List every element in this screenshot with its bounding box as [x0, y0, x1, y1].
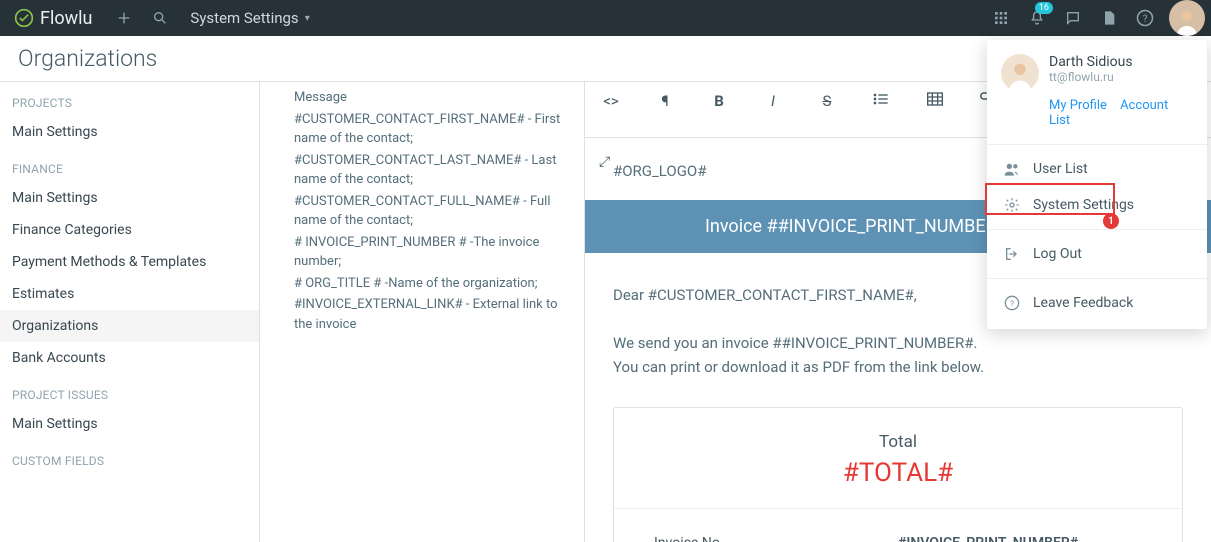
breadcrumb[interactable]: System Settings ▾	[178, 9, 321, 27]
variables-panel: Message #CUSTOMER_CONTACT_FIRST_NAME# - …	[260, 82, 585, 542]
table-icon	[927, 92, 943, 106]
profile-avatar	[1001, 54, 1039, 92]
svg-text:?: ?	[1143, 14, 1148, 25]
apps-button[interactable]	[983, 0, 1019, 36]
invoice-summary-card: Total #TOTAL# Invoice No #INVOICE_PRINT_…	[613, 407, 1183, 542]
logo[interactable]: Flowlu	[0, 8, 106, 29]
sidebar-section-finance: FINANCE	[0, 148, 259, 182]
sidebar-section-projects: PROJECTS	[0, 82, 259, 116]
profile-section: Darth Sidious tt@flowlu.ru My Profile Ac…	[987, 40, 1207, 138]
top-bar: Flowlu System Settings ▾ 16 ?	[0, 0, 1211, 36]
feedback-icon: ?	[1003, 295, 1021, 311]
user-avatar[interactable]	[1169, 0, 1205, 36]
invoice-no-label: Invoice No	[654, 535, 898, 542]
breadcrumb-label: System Settings	[190, 9, 298, 27]
var-line: Message	[294, 88, 566, 108]
search-button[interactable]	[142, 0, 178, 36]
preview-body2: You can print or download it as PDF from…	[613, 355, 1183, 379]
chat-icon	[1065, 10, 1081, 26]
person-icon	[1172, 6, 1202, 36]
chevron-down-icon: ▾	[305, 13, 310, 24]
help-icon: ?	[1136, 9, 1154, 27]
plus-icon	[116, 10, 132, 26]
tool-table[interactable]	[923, 92, 947, 110]
sidebar-section-issues: PROJECT ISSUES	[0, 374, 259, 408]
sidebar-item-issues-main[interactable]: Main Settings	[0, 408, 259, 440]
menu-separator	[987, 144, 1207, 145]
var-line: #CUSTOMER_CONTACT_LAST_NAME# - Last name…	[294, 151, 566, 190]
svg-text:?: ?	[1010, 299, 1014, 309]
invoice-no-value: #INVOICE_PRINT_NUMBER#	[898, 535, 1142, 542]
menu-system-settings[interactable]: System Settings 1	[987, 187, 1207, 223]
list-icon	[873, 92, 889, 106]
sidebar-item-finance-categories[interactable]: Finance Categories	[0, 214, 259, 246]
person-icon	[1003, 58, 1037, 92]
help-button[interactable]: ?	[1127, 0, 1163, 36]
total-value: #TOTAL#	[614, 458, 1182, 488]
notification-badge: 16	[1035, 2, 1053, 14]
menu-leave-feedback-label: Leave Feedback	[1033, 295, 1133, 311]
logout-icon	[1003, 246, 1021, 262]
gear-icon	[1003, 197, 1021, 213]
profile-email: tt@flowlu.ru	[1049, 70, 1133, 84]
sidebar-item-estimates[interactable]: Estimates	[0, 278, 259, 310]
sidebar-item-finance-main[interactable]: Main Settings	[0, 182, 259, 214]
menu-log-out[interactable]: Log Out	[987, 236, 1207, 272]
total-label: Total	[614, 432, 1182, 452]
var-line: #INVOICE_EXTERNAL_LINK# - External link …	[294, 295, 566, 334]
menu-user-list-label: User List	[1033, 161, 1088, 177]
check-circle-icon	[14, 8, 34, 28]
sidebar-item-projects-main[interactable]: Main Settings	[0, 116, 259, 148]
search-icon	[152, 10, 168, 26]
sidebar: PROJECTS Main Settings FINANCE Main Sett…	[0, 82, 260, 542]
brand-text: Flowlu	[40, 8, 92, 29]
notifications-button[interactable]: 16	[1019, 0, 1055, 36]
tool-paragraph[interactable]: ¶	[653, 92, 677, 110]
users-icon	[1003, 162, 1021, 176]
tool-strike[interactable]: S	[815, 92, 839, 110]
menu-separator	[987, 278, 1207, 279]
document-icon	[1101, 10, 1117, 26]
sidebar-item-organizations[interactable]: Organizations	[0, 310, 259, 342]
menu-system-settings-label: System Settings	[1033, 197, 1134, 213]
menu-user-list[interactable]: User List	[987, 151, 1207, 187]
var-line: #CUSTOMER_CONTACT_FULL_NAME# - Full name…	[294, 192, 566, 231]
tool-list[interactable]	[869, 92, 893, 110]
highlight-badge-1: 1	[1103, 213, 1119, 229]
documents-button[interactable]	[1091, 0, 1127, 36]
var-line: # INVOICE_PRINT_NUMBER # -The invoice nu…	[294, 233, 566, 272]
tool-bold[interactable]: B	[707, 92, 731, 110]
var-line: # ORG_TITLE # -Name of the organization;	[294, 274, 566, 294]
var-line: #CUSTOMER_CONTACT_FIRST_NAME# - First na…	[294, 110, 566, 149]
user-dropdown: Darth Sidious tt@flowlu.ru My Profile Ac…	[987, 40, 1207, 329]
tool-code[interactable]: <>	[599, 92, 623, 110]
apps-icon	[993, 10, 1009, 26]
link-my-profile[interactable]: My Profile	[1049, 98, 1107, 113]
sidebar-section-custom-fields: CUSTOM FIELDS	[0, 440, 259, 474]
profile-name: Darth Sidious	[1049, 54, 1133, 70]
sidebar-item-bank-accounts[interactable]: Bank Accounts	[0, 342, 259, 374]
menu-log-out-label: Log Out	[1033, 246, 1082, 262]
add-button[interactable]	[106, 0, 142, 36]
menu-separator	[987, 229, 1207, 230]
page-title: Organizations	[18, 45, 157, 72]
preview-body1: We send you an invoice ##INVOICE_PRINT_N…	[613, 331, 1183, 355]
tool-italic[interactable]: I	[761, 92, 785, 110]
messages-button[interactable]	[1055, 0, 1091, 36]
menu-leave-feedback[interactable]: ? Leave Feedback	[987, 285, 1207, 321]
sidebar-item-payment-methods[interactable]: Payment Methods & Templates	[0, 246, 259, 278]
